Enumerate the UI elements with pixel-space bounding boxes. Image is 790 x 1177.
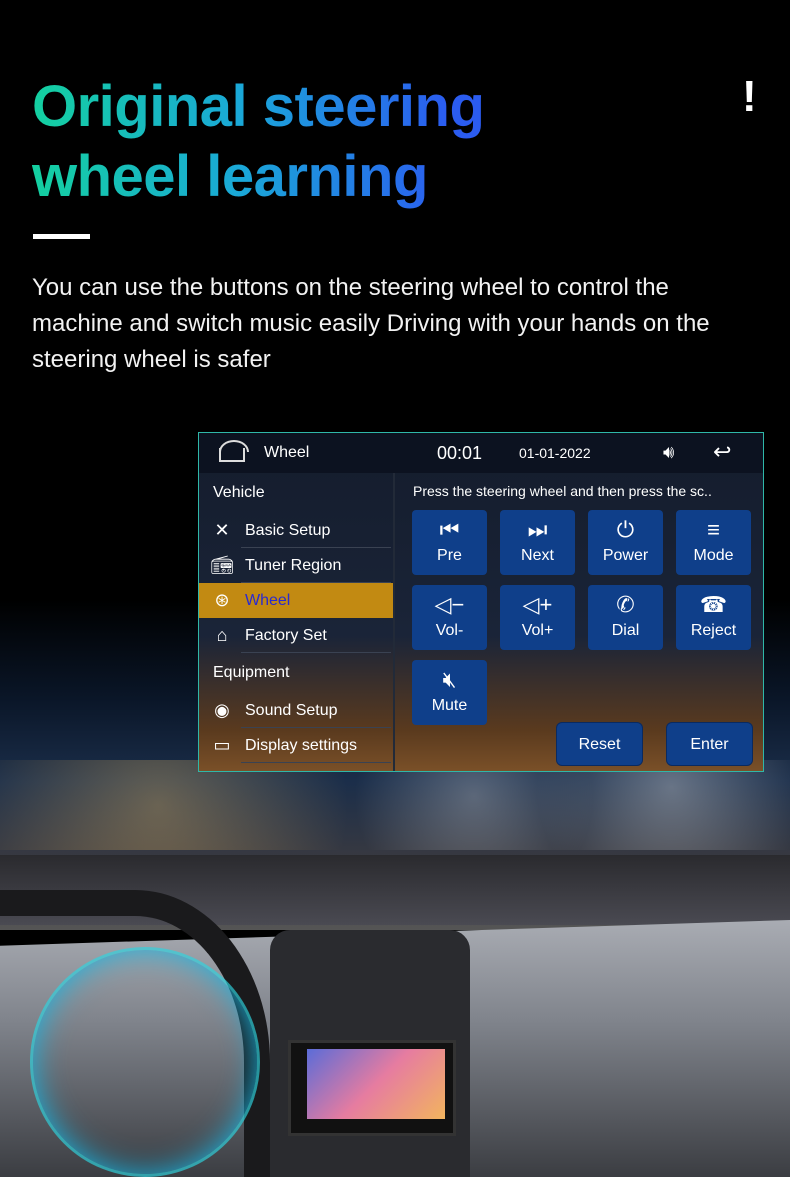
button-label: Power xyxy=(602,547,649,564)
section-vehicle: Vehicle xyxy=(213,484,265,501)
headline-title: Original steering wheel learning xyxy=(32,72,552,212)
mute-icon: 🔇︎ xyxy=(442,667,457,692)
back-arrow-icon[interactable]: ↩ xyxy=(713,439,731,465)
steering-wheel-icon: ⊛ xyxy=(214,590,230,610)
hud-circle xyxy=(30,947,260,1177)
screen-header: Wheel 00:01 01-01-2022 🔊︎ ↩ xyxy=(199,433,763,473)
enter-button[interactable]: Enter xyxy=(666,722,753,766)
button-label: Vol- xyxy=(435,622,464,639)
radio-icon: 📻︎ xyxy=(210,555,234,575)
city-lights xyxy=(0,760,790,850)
reject-button[interactable]: ☎︎ Reject xyxy=(676,585,751,650)
speaker-icon: ◉ xyxy=(214,700,230,720)
screen-title: Wheel xyxy=(264,444,310,461)
home-icon[interactable] xyxy=(219,440,249,462)
sidebar-item-tuner-region[interactable]: 📻︎ Tuner Region xyxy=(199,548,393,583)
sidebar-item-label: Factory Set xyxy=(245,626,327,644)
power-icon: ⏻ xyxy=(616,517,635,542)
next-icon: ⏭︎ xyxy=(527,517,548,542)
vol-down-button[interactable]: ◁− Vol- xyxy=(412,585,487,650)
button-label: Pre xyxy=(437,547,462,564)
speaker-icon[interactable]: 🔊︎ xyxy=(663,442,674,463)
hangup-icon: ☎︎ xyxy=(699,592,728,617)
sidebar-item-basic-setup[interactable]: ✕ Basic Setup xyxy=(199,513,393,548)
head-unit-screen: Wheel 00:01 01-01-2022 🔊︎ ↩ Vehicle ✕ Bas… xyxy=(198,432,764,772)
pre-button[interactable]: ⏮︎ Pre xyxy=(412,510,487,575)
car-stereo xyxy=(288,1040,456,1136)
button-label: Vol+ xyxy=(521,622,554,639)
sidebar-item-label: Basic Setup xyxy=(245,521,331,539)
button-label: Reject xyxy=(690,622,737,639)
mode-button[interactable]: ≡ Mode xyxy=(676,510,751,575)
sidebar-item-label: Wheel xyxy=(245,591,291,609)
tools-icon: ✕ xyxy=(214,520,230,540)
settings-sidebar: Vehicle ✕ Basic Setup 📻︎ Tuner Region ⊛ Whe… xyxy=(199,473,395,771)
volume-up-icon: ◁+ xyxy=(522,592,553,617)
power-button[interactable]: ⏻ Power xyxy=(588,510,663,575)
sidebar-item-wheel[interactable]: ⊛ Wheel xyxy=(199,583,393,618)
sidebar-item-sound-setup[interactable]: ◉ Sound Setup xyxy=(199,693,393,728)
sidebar-item-label: Sound Setup xyxy=(245,701,338,719)
next-button[interactable]: ⏭︎ Next xyxy=(500,510,575,575)
sidebar-item-label: Tuner Region xyxy=(245,556,342,574)
button-label: Dial xyxy=(611,622,640,639)
stereo-screen xyxy=(307,1049,445,1119)
factory-icon: ⌂ xyxy=(216,625,228,645)
vol-up-button[interactable]: ◁+ Vol+ xyxy=(500,585,575,650)
mute-button[interactable]: 🔇︎ Mute xyxy=(412,660,487,725)
volume-down-icon: ◁− xyxy=(434,592,465,617)
date: 01-01-2022 xyxy=(519,445,591,461)
sidebar-item-display-settings[interactable]: ▭ Display settings xyxy=(199,728,393,763)
menu-icon: ≡ xyxy=(707,517,720,542)
button-label: Mode xyxy=(693,547,734,564)
reset-button[interactable]: Reset xyxy=(556,722,643,766)
section-equipment: Equipment xyxy=(213,664,290,681)
button-label: Next xyxy=(521,547,554,564)
monitor-icon: ▭ xyxy=(213,735,231,755)
clock: 00:01 xyxy=(437,443,483,463)
sidebar-item-factory-set[interactable]: ⌂ Factory Set xyxy=(199,618,393,653)
previous-icon: ⏮︎ xyxy=(439,517,460,542)
instruction-text: Press the steering wheel and then press … xyxy=(413,483,712,499)
description: You can use the buttons on the steering … xyxy=(32,274,710,373)
exclamation-mark: ! xyxy=(742,72,757,121)
sidebar-item-label: Display settings xyxy=(245,736,358,754)
dial-button[interactable]: ✆ Dial xyxy=(588,585,663,650)
button-label: Mute xyxy=(431,697,468,714)
phone-icon: ✆ xyxy=(616,592,635,617)
title-underline xyxy=(33,234,90,239)
